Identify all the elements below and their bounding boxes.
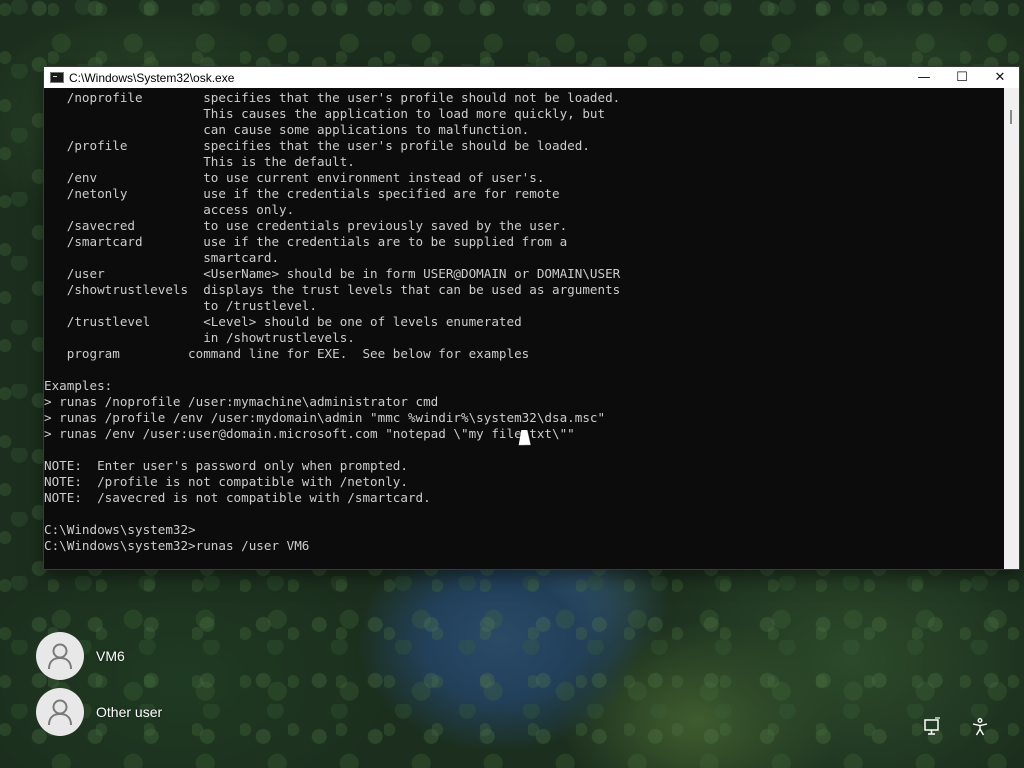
console-line: NOTE: Enter user's password only when pr…	[44, 458, 408, 473]
maximize-button[interactable]: ☐	[943, 67, 981, 88]
scrollbar-thumb[interactable]	[1010, 110, 1012, 124]
user-avatar-icon	[36, 632, 84, 680]
console-line: C:\Windows\system32>runas /user VM6	[44, 538, 310, 553]
console-line: > runas /noprofile /user:mymachine\admin…	[44, 394, 439, 409]
user-name: Other user	[96, 704, 163, 720]
user-account-list: VM6 Other user	[30, 628, 162, 740]
console-line: This is the default.	[44, 154, 355, 169]
console-output[interactable]: /noprofile specifies that the user's pro…	[44, 88, 1004, 569]
console-line: /savecred to use credentials previously …	[44, 218, 568, 233]
user-avatar-icon	[36, 688, 84, 736]
console-line: /user <UserName> should be in form USER@…	[44, 266, 621, 281]
close-button[interactable]: ✕	[981, 67, 1019, 88]
console-line: /profile specifies that the user's profi…	[44, 138, 590, 153]
console-line: /trustlevel <Level> should be one of lev…	[44, 314, 522, 329]
console-line: NOTE: /profile is not compatible with /n…	[44, 474, 408, 489]
console-line: in /showtrustlevels.	[44, 330, 355, 345]
console-line: can cause some applications to malfuncti…	[44, 122, 530, 137]
user-name: VM6	[96, 648, 125, 664]
accessibility-icon[interactable]	[969, 716, 991, 738]
title-bar[interactable]: C:\Windows\System32\osk.exe — ☐ ✕	[44, 67, 1019, 88]
console-line: C:\Windows\system32>	[44, 522, 196, 537]
console-line: NOTE: /savecred is not compatible with /…	[44, 490, 431, 505]
user-tile-other-user[interactable]: Other user	[30, 684, 162, 740]
console-line: > runas /env /user:user@domain.microsoft…	[44, 426, 575, 441]
console-app-icon	[50, 72, 64, 83]
console-line: Examples:	[44, 378, 113, 393]
console-line: smartcard.	[44, 250, 280, 265]
window-title: C:\Windows\System32\osk.exe	[69, 70, 235, 85]
console-line: /noprofile specifies that the user's pro…	[44, 90, 621, 105]
minimize-button[interactable]: —	[905, 67, 943, 88]
console-text: /noprofile specifies that the user's pro…	[44, 88, 1004, 554]
console-window[interactable]: C:\Windows\System32\osk.exe — ☐ ✕ /nopro…	[44, 67, 1019, 569]
console-line: access only.	[44, 202, 295, 217]
console-line: /env to use current environment instead …	[44, 170, 545, 185]
vertical-scrollbar[interactable]	[1004, 88, 1019, 569]
network-icon[interactable]	[921, 716, 943, 738]
console-line: /showtrustlevels displays the trust leve…	[44, 282, 621, 297]
user-tile-vm6[interactable]: VM6	[30, 628, 162, 684]
console-line: to /trustlevel.	[44, 298, 317, 313]
console-line: /netonly use if the credentials specifie…	[44, 186, 560, 201]
window-controls: — ☐ ✕	[905, 67, 1019, 88]
console-line: > runas /profile /env /user:mydomain\adm…	[44, 410, 606, 425]
console-line: program command line for EXE. See below …	[44, 346, 530, 361]
console-line: This causes the application to load more…	[44, 106, 606, 121]
console-line: /smartcard use if the credentials are to…	[44, 234, 568, 249]
